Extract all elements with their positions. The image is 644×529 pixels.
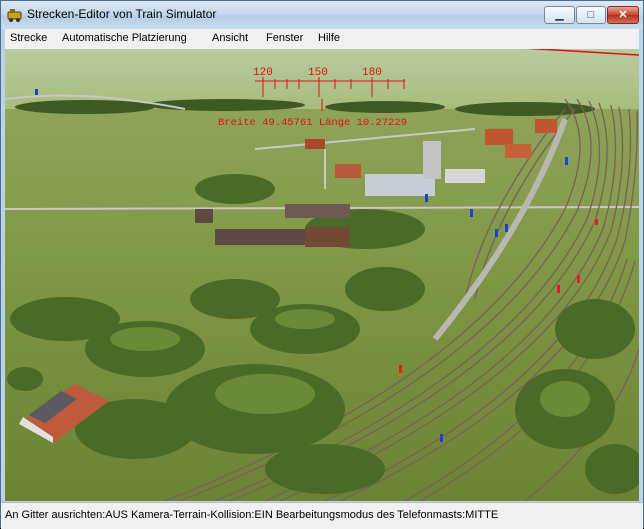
status-bar: An Gitter ausrichten:AUS Kamera-Terrain-…	[1, 502, 643, 529]
status-text: An Gitter ausrichten:AUS Kamera-Terrain-…	[5, 509, 499, 521]
close-button[interactable]: ✕	[607, 6, 639, 24]
menu-hilfe[interactable]: Hilfe	[318, 32, 340, 44]
menu-automatische-platzierung[interactable]: Automatische Platzierung	[62, 32, 187, 44]
app-window: Strecken-Editor von Train Simulator ▁ □ …	[0, 0, 644, 529]
compass-label-150: 150	[308, 67, 328, 79]
coordinates-readout: Breite 49.45761 Länge 10.27229	[218, 117, 407, 129]
window-title: Strecken-Editor von Train Simulator	[27, 7, 217, 21]
menu-bar: Strecke Automatische Platzierung Ansicht…	[5, 29, 639, 50]
menu-strecke[interactable]: Strecke	[10, 32, 47, 44]
train-simulator-app-icon	[7, 9, 22, 22]
title-bar[interactable]: Strecken-Editor von Train Simulator ▁ □ …	[1, 1, 643, 29]
minimize-button[interactable]: ▁	[544, 6, 575, 24]
maximize-button[interactable]: □	[576, 6, 606, 24]
3d-viewport[interactable]: 120 150 180 Breite 49.45761 Länge 10.272…	[5, 49, 639, 501]
menu-fenster[interactable]: Fenster	[266, 32, 303, 44]
compass-label-120: 120	[253, 67, 273, 79]
route-scene[interactable]: 120 150 180 Breite 49.45761 Länge 10.272…	[5, 49, 639, 501]
compass-label-180: 180	[362, 67, 382, 79]
menu-ansicht[interactable]: Ansicht	[212, 32, 248, 44]
